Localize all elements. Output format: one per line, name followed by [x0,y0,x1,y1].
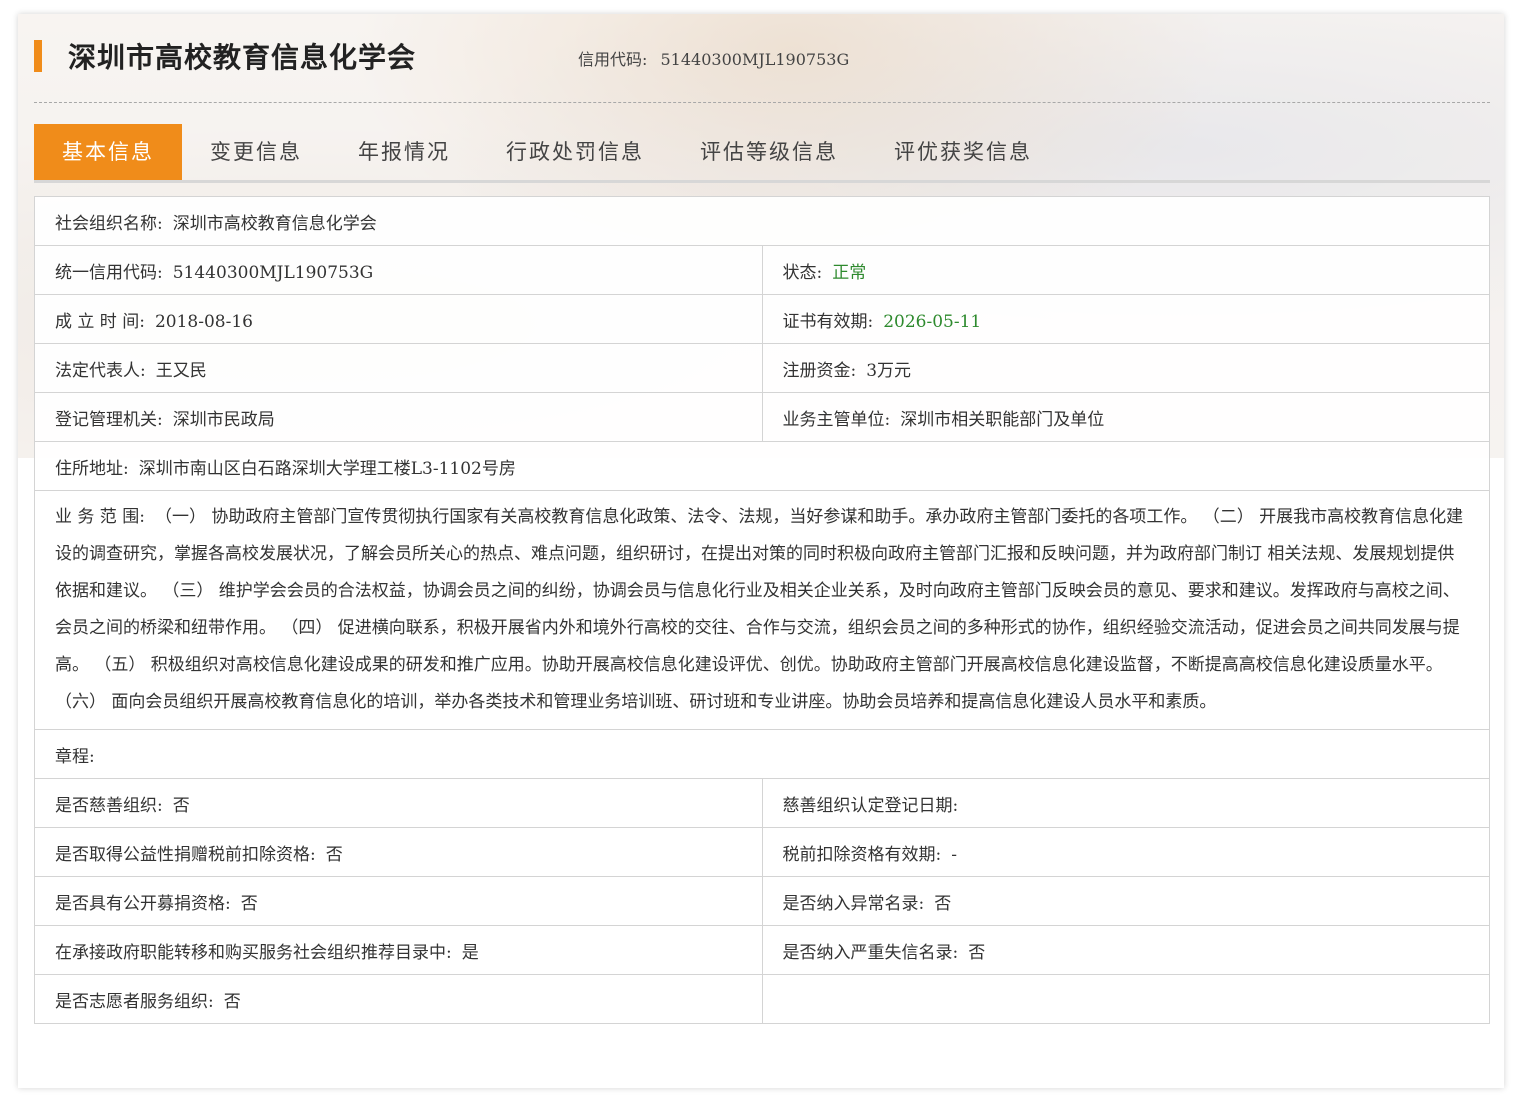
fundraising-value: 否 [240,893,258,914]
org-name-value: 深圳市高校教育信息化学会 [172,213,377,234]
status-cell: 状态: 正常 [761,245,1490,295]
table-row: 是否取得公益性捐赠税前扣除资格: 否 税前扣除资格有效期: - [34,827,1490,877]
supervisor-value: 深圳市相关职能部门及单位 [900,409,1105,430]
legal-rep-label: 法定代表人: [55,360,146,381]
address-cell: 住所地址: 深圳市南山区白石路深圳大学理工楼L3-1102号房 [34,441,1490,491]
supervisor-label: 业务主管单位: [782,409,891,430]
charity-value: 否 [172,795,190,816]
cert-validity-label: 证书有效期: [782,311,874,332]
tab-evaluation-level[interactable]: 评估等级信息 [672,124,866,180]
tab-awards[interactable]: 评优获奖信息 [866,124,1060,180]
tab-basic-info[interactable]: 基本信息 [34,124,182,180]
table-row: 住所地址: 深圳市南山区白石路深圳大学理工楼L3-1102号房 [34,441,1490,491]
tab-change-info[interactable]: 变更信息 [182,124,330,180]
status-label: 状态: [782,262,823,283]
abnormal-list-label: 是否纳入异常名录: [782,893,925,914]
tax-deduction-label: 是否取得公益性捐赠税前扣除资格: [55,844,316,865]
uscc-value: 51440300MJL190753G [172,262,374,283]
table-row: 是否具有公开募捐资格: 否 是否纳入异常名录: 否 [34,876,1490,926]
table-row: 法定代表人: 王又民 注册资金: 3万元 [34,343,1490,393]
dishonest-list-value: 否 [968,942,986,963]
table-row: 成 立 时 间: 2018-08-16 证书有效期: 2026-05-11 [34,294,1490,344]
empty-cell [761,974,1490,1024]
abnormal-list-value: 否 [934,893,952,914]
tab-penalty-info[interactable]: 行政处罚信息 [478,124,672,180]
dishonest-list-cell: 是否纳入严重失信名录: 否 [761,925,1490,975]
authority-value: 深圳市民政局 [172,409,275,430]
credit-code-label: 信用代码: [578,50,648,69]
supervisor-cell: 业务主管单位: 深圳市相关职能部门及单位 [761,392,1490,442]
fundraising-label: 是否具有公开募捐资格: [55,893,231,914]
table-row: 是否慈善组织: 否 慈善组织认定登记日期: [34,778,1490,828]
tax-deduction-value: 否 [325,844,343,865]
uscc-cell: 统一信用代码: 51440300MJL190753G [34,245,763,295]
charter-label: 章程: [55,746,95,767]
capital-label: 注册资金: [782,360,857,381]
header-divider [34,102,1490,103]
org-name-label: 社会组织名称: [55,213,163,234]
credit-code: 信用代码: 51440300MJL190753G [578,46,849,70]
recommend-list-cell: 在承接政府职能转移和购买服务社会组织推荐目录中: 是 [34,925,763,975]
tax-validity-value: - [951,844,957,865]
table-row: 统一信用代码: 51440300MJL190753G 状态: 正常 [34,245,1490,295]
volunteer-cell: 是否志愿者服务组织: 否 [34,974,763,1024]
charity-date-cell: 慈善组织认定登记日期: [761,778,1490,828]
volunteer-value: 否 [223,991,241,1012]
tax-validity-label: 税前扣除资格有效期: [782,844,942,865]
volunteer-label: 是否志愿者服务组织: [55,991,214,1012]
capital-cell: 注册资金: 3万元 [761,343,1490,393]
table-row: 社会组织名称: 深圳市高校教育信息化学会 [34,196,1490,246]
abnormal-list-cell: 是否纳入异常名录: 否 [761,876,1490,926]
table-row: 是否志愿者服务组织: 否 [34,974,1490,1024]
tax-deduction-cell: 是否取得公益性捐赠税前扣除资格: 否 [34,827,763,877]
fundraising-cell: 是否具有公开募捐资格: 否 [34,876,763,926]
tab-annual-report[interactable]: 年报情况 [330,124,478,180]
dishonest-list-label: 是否纳入严重失信名录: [782,942,959,963]
page-title: 深圳市高校教育信息化学会 [68,41,417,74]
table-row: 在承接政府职能转移和购买服务社会组织推荐目录中: 是 是否纳入严重失信名录: 否 [34,925,1490,975]
cert-validity-cell: 证书有效期: 2026-05-11 [761,294,1490,344]
recommend-list-value: 是 [461,942,479,963]
uscc-label: 统一信用代码: [55,262,163,283]
charity-label: 是否慈善组织: [55,795,163,816]
business-scope-cell: 业 务 范 围: （一） 协助政府主管部门宣传贯彻执行国家有关高校教育信息化政策、… [34,490,1490,730]
org-name-cell: 社会组织名称: 深圳市高校教育信息化学会 [34,196,1490,246]
cert-validity-value: 2026-05-11 [883,311,982,332]
tab-bar: 基本信息 变更信息 年报情况 行政处罚信息 评估等级信息 评优获奖信息 [34,124,1490,183]
address-label: 住所地址: [55,458,129,479]
charity-date-label: 慈善组织认定登记日期: [782,795,959,816]
basic-info-table: 社会组织名称: 深圳市高校教育信息化学会 统一信用代码: 51440300MJL19… [34,196,1490,1024]
tax-validity-cell: 税前扣除资格有效期: - [761,827,1490,877]
authority-cell: 登记管理机关: 深圳市民政局 [34,392,763,442]
status-value: 正常 [832,262,867,283]
legal-rep-cell: 法定代表人: 王又民 [34,343,763,393]
founded-label: 成 立 时 间: [55,311,145,332]
charity-cell: 是否慈善组织: 否 [34,778,763,828]
founded-value: 2018-08-16 [154,311,253,332]
org-info-card: 深圳市高校教育信息化学会 信用代码: 51440300MJL190753G 基本… [18,14,1504,1088]
founded-cell: 成 立 时 间: 2018-08-16 [34,294,763,344]
address-value: 深圳市南山区白石路深圳大学理工楼L3-1102号房 [138,458,516,479]
charter-cell: 章程: [34,729,1490,779]
table-row: 业 务 范 围: （一） 协助政府主管部门宣传贯彻执行国家有关高校教育信息化政策、… [34,490,1490,730]
credit-code-value: 51440300MJL190753G [660,50,850,69]
authority-label: 登记管理机关: [55,409,163,430]
business-scope-label: 业 务 范 围: [55,507,145,527]
capital-value: 3万元 [866,360,912,381]
table-row: 章程: [34,729,1490,779]
table-row: 登记管理机关: 深圳市民政局 业务主管单位: 深圳市相关职能部门及单位 [34,392,1490,442]
business-scope-value: （一） 协助政府主管部门宣传贯彻执行国家有关高校教育信息化政策、法令、法规，当好… [55,507,1464,712]
recommend-list-label: 在承接政府职能转移和购买服务社会组织推荐目录中: [55,942,452,963]
title-accent-bar [34,40,42,72]
legal-rep-value: 王又民 [155,360,207,381]
